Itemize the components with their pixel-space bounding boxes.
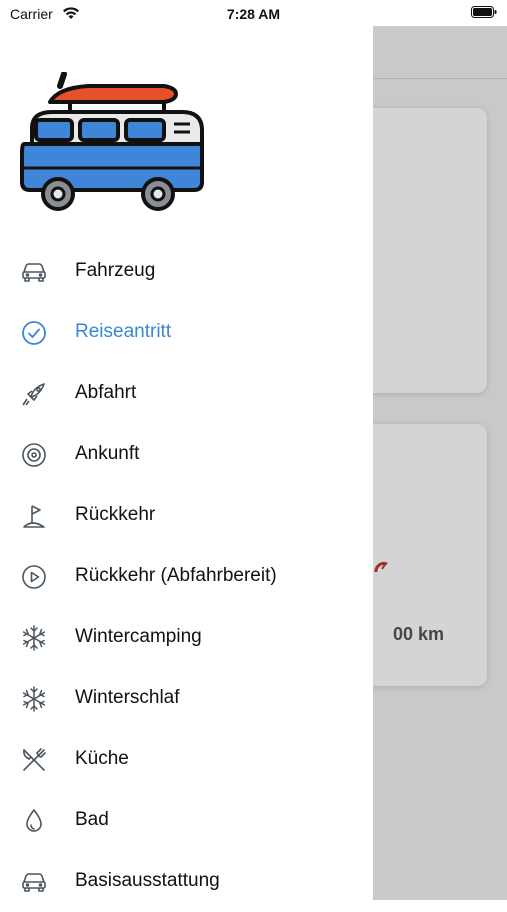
drawer-dim-overlay[interactable] <box>373 26 507 900</box>
status-time: 7:28 AM <box>226 6 281 22</box>
droplet-icon <box>26 809 42 832</box>
menu-item-label: Bad <box>75 809 109 830</box>
menu-item-label: Winterschlaf <box>75 687 180 708</box>
menu-item-label: Wintercamping <box>75 626 202 647</box>
menu-item-winterschlaf[interactable]: Winterschlaf <box>0 668 373 729</box>
menu-item-label: Rückkehr (Abfahrbereit) <box>75 565 277 586</box>
menu-item-fahrzeug[interactable]: Fahrzeug <box>0 241 373 302</box>
target-icon <box>22 443 46 467</box>
status-bar: Carrier 7:28 AM <box>0 0 507 26</box>
campervan-logo-icon <box>20 72 204 211</box>
menu-item-basisausstattung[interactable]: Basisausstattung <box>0 851 373 912</box>
check-circle-icon <box>22 321 46 345</box>
snowflake-icon <box>22 625 46 651</box>
menu-item-label: Basisausstattung <box>75 870 220 891</box>
menu-item-wintercamping[interactable]: Wintercamping <box>0 607 373 668</box>
rocket-icon <box>22 383 45 406</box>
car-icon <box>22 263 46 282</box>
menu-item-kueche[interactable]: Küche <box>0 729 373 790</box>
menu-item-label: Fahrzeug <box>75 260 156 281</box>
menu-item-ankunft[interactable]: Ankunft <box>0 424 373 485</box>
car-icon <box>22 873 46 892</box>
menu-item-rueckkehr-abfahrbereit[interactable]: Rückkehr (Abfahrbereit) <box>0 546 373 607</box>
side-drawer: Fahrzeug Reiseantritt Abfahrt Ankunft Rü… <box>0 26 373 900</box>
menu-item-label: Reiseantritt <box>75 321 172 342</box>
menu-item-reiseantritt[interactable]: Reiseantritt <box>0 302 373 363</box>
menu-item-rueckkehr[interactable]: Rückkehr <box>0 485 373 546</box>
flag-icon <box>23 505 45 528</box>
play-circle-icon <box>22 565 46 589</box>
menu-item-label: Abfahrt <box>75 382 137 403</box>
battery-icon <box>471 6 497 18</box>
menu-item-bad[interactable]: Bad <box>0 790 373 851</box>
menu-item-label: Ankunft <box>75 443 140 464</box>
menu-item-label: Rückkehr <box>75 504 156 525</box>
snowflake-icon <box>22 686 46 712</box>
fork-knife-icon <box>23 748 46 771</box>
menu-item-abfahrt[interactable]: Abfahrt <box>0 363 373 424</box>
menu-item-label: Küche <box>75 748 129 769</box>
